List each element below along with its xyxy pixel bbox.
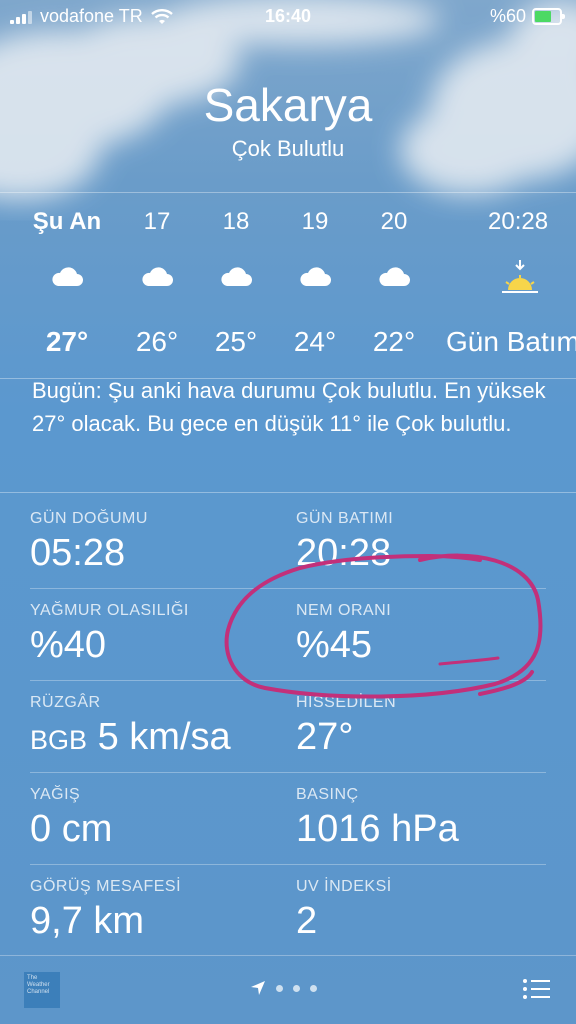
hour-temp: 27°	[45, 326, 89, 357]
detail-value: 2	[296, 900, 318, 942]
detail-label: YAĞMUR OLASILIĞI	[30, 602, 189, 619]
detail-label: UV İNDEKSİ	[296, 878, 392, 895]
hourly-forecast[interactable]: Şu An 27° 17 26° 18 25° 19 24° 20 22° 20…	[0, 196, 576, 376]
detail-label: RÜZGÂR	[30, 694, 101, 711]
detail-value: %40	[30, 624, 107, 666]
detail-label: BASINÇ	[296, 786, 359, 803]
hour-label: 19	[301, 208, 329, 235]
hour-label: 17	[143, 208, 171, 235]
cloud-icon	[379, 267, 410, 286]
hour-label: Şu An	[32, 208, 102, 235]
wind-direction: BGB	[30, 725, 88, 755]
detail-row: GÜN DOĞUMU 05:28 GÜN BATIMI 20:28	[30, 496, 545, 588]
detail-value: 9,7 km	[30, 900, 145, 942]
detail-label: GÖRÜŞ MESAFESİ	[30, 878, 182, 895]
divider	[0, 492, 576, 493]
cloud-icon	[300, 267, 331, 286]
daily-summary: Bugün: Şu anki hava durumu Çok bulutlu. …	[32, 378, 546, 436]
detail-row: YAĞMUR OLASILIĞI %40 NEM ORANI %45	[30, 588, 545, 680]
battery-percent: %60	[489, 6, 526, 26]
location-arrow-icon	[251, 981, 265, 995]
hour-temp: Gün Batım	[446, 326, 576, 357]
page-indicator[interactable]	[250, 980, 317, 996]
detail-label: NEM ORANI	[296, 602, 392, 619]
detail-value: 1016 hPa	[296, 808, 459, 850]
detail-value: 05:28	[30, 532, 126, 574]
divider	[0, 192, 576, 193]
hour-temp: 22°	[372, 326, 416, 357]
hour-label: 18	[222, 208, 250, 235]
detail-value: 0 cm	[30, 808, 113, 850]
hour-temp: 25°	[214, 326, 258, 357]
hour-label: 20	[380, 208, 408, 235]
sunset-icon	[502, 260, 538, 293]
page-dot	[310, 984, 317, 992]
detail-label: HİSSEDİLEN	[296, 694, 397, 711]
hour-temp: 24°	[293, 326, 337, 357]
detail-row: RÜZGÂR BGB 5 km/sa HİSSEDİLEN 27°	[30, 680, 545, 772]
city-name: Sakarya	[203, 79, 373, 131]
cloud-icon	[221, 267, 252, 286]
status-bar: vodafone TR 16:40 %60	[0, 0, 576, 34]
detail-value: BGB 5 km/sa	[30, 716, 231, 759]
hour-label: 20:28	[488, 208, 549, 235]
detail-row: GÖRÜŞ MESAFESİ 9,7 km UV İNDEKSİ 2	[30, 864, 545, 956]
current-condition: Çok Bulutlu	[231, 136, 345, 161]
detail-row: YAĞIŞ 0 cm BASINÇ 1016 hPa	[30, 772, 545, 864]
cloud-icon	[52, 267, 83, 286]
detail-label: GÜN BATIMI	[296, 510, 394, 527]
page-dot	[276, 984, 283, 992]
wind-speed: 5 km/sa	[97, 716, 231, 758]
detail-value: 27°	[296, 716, 354, 758]
list-icon[interactable]	[522, 978, 550, 1000]
battery-icon	[532, 8, 565, 25]
weather-channel-logo[interactable]: The Weather Channel	[24, 972, 60, 1008]
detail-label: GÜN DOĞUMU	[30, 510, 148, 527]
cloud-icon	[142, 267, 173, 286]
detail-value: %45	[296, 624, 373, 666]
bottom-toolbar: The Weather Channel	[0, 955, 576, 1024]
detail-label: YAĞIŞ	[30, 786, 81, 803]
page-dot	[293, 984, 300, 992]
hour-temp: 26°	[135, 326, 179, 357]
detail-value: 20:28	[296, 532, 392, 574]
